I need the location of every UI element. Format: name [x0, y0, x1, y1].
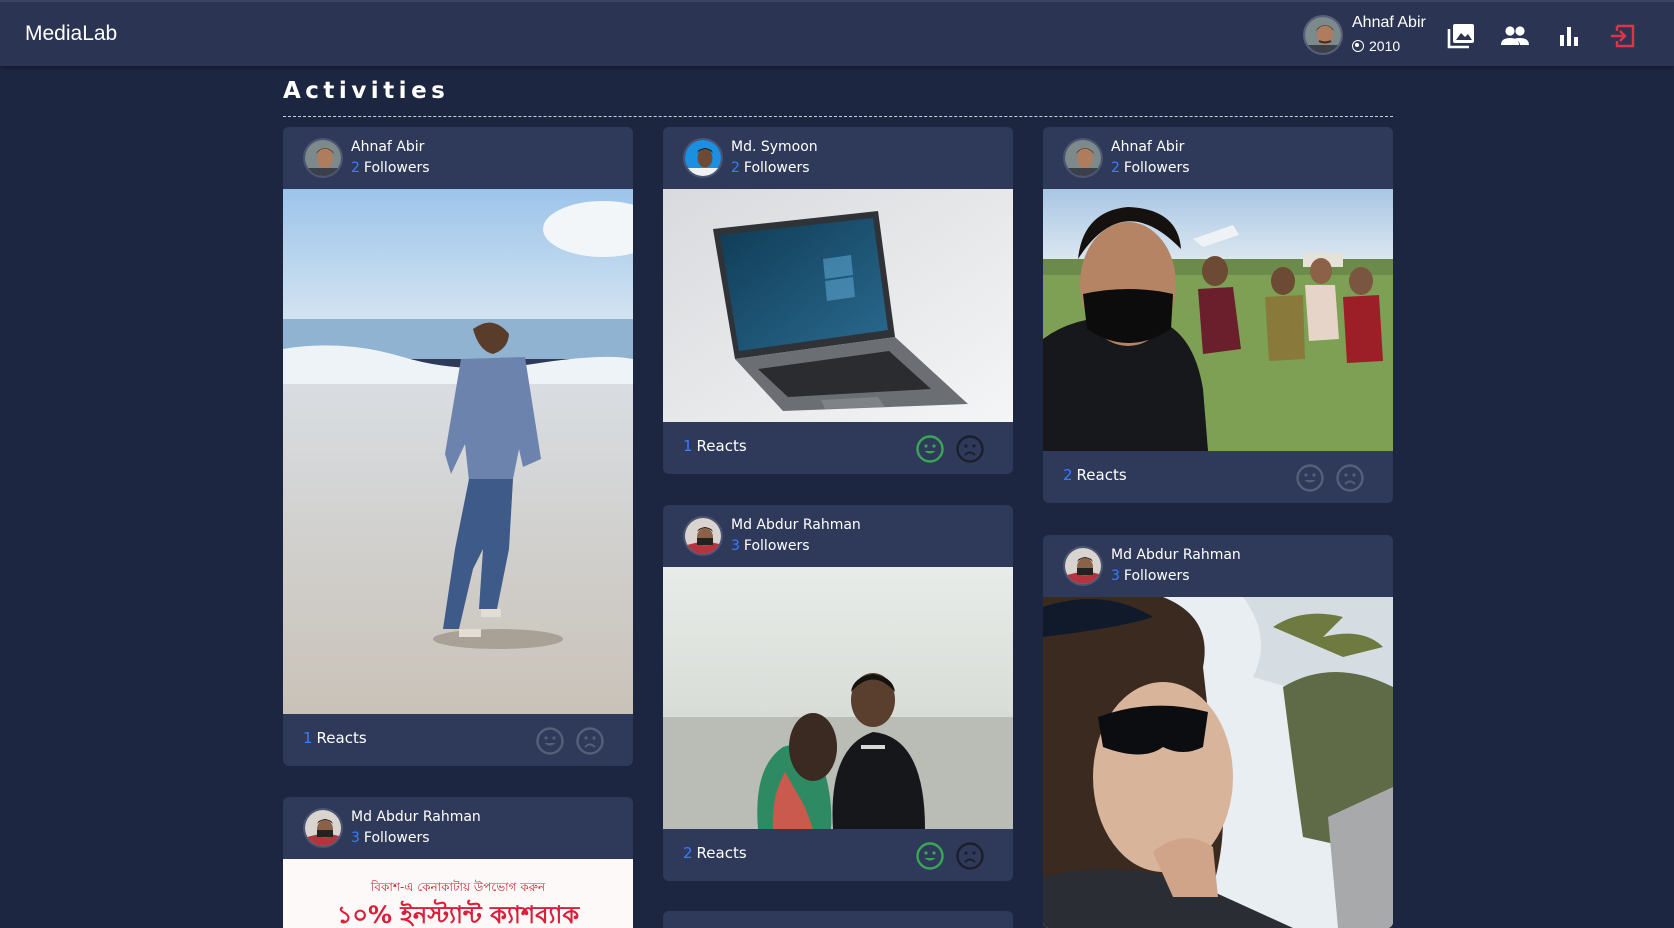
- happy-react-icon[interactable]: [535, 726, 565, 756]
- post-image[interactable]: [1043, 597, 1393, 928]
- avatar: [1303, 15, 1343, 55]
- post-image[interactable]: [663, 189, 1013, 422]
- post-author-name[interactable]: Md. Symoon: [731, 139, 818, 155]
- banner-line-1: বিকাশ-এ কেনাকাটায় উপভোগ করুন: [370, 880, 546, 894]
- post-image[interactable]: [663, 567, 1013, 829]
- top-navbar: MediaLab Ahnaf Abir 2010: [0, 0, 1674, 66]
- post-card: Md Abdur Rahman 3 Followers: [1043, 535, 1393, 928]
- post-card: Ahnaf Abir 2 Followers 1 Reacts: [283, 127, 633, 766]
- reacts-number: 2: [1063, 466, 1073, 484]
- post-header: Ahnaf Abir 2 Followers: [1043, 127, 1393, 189]
- people-icon[interactable]: [1500, 22, 1530, 50]
- banner-line-2: ১০% ইনস্ট্যান্ট ক্যাশব্যাক: [336, 901, 580, 928]
- post-author-followers: 3 Followers: [351, 830, 430, 846]
- post-image[interactable]: বিকাশ-এ কেনাকাটায় উপভোগ করুন ১০% ইনস্ট্…: [283, 859, 633, 928]
- post-footer: 1 Reacts: [283, 714, 633, 766]
- followers-count: 2: [1111, 160, 1120, 176]
- post-card: Ahnaf Abir 2 Followers 2 Reacts: [1043, 127, 1393, 503]
- reacts-label: Reacts: [696, 844, 747, 862]
- avatar[interactable]: [1063, 138, 1103, 178]
- brand-logo[interactable]: MediaLab: [25, 22, 117, 46]
- post-author-name[interactable]: Md Abdur Rahman: [1111, 547, 1241, 563]
- followers-count: 3: [731, 538, 740, 554]
- post-card: Md Abdur Rahman 3 Followers বিকাশ-এ কেনাক…: [283, 797, 633, 928]
- post-card: [663, 911, 1013, 928]
- reacts-number: 1: [303, 729, 313, 747]
- post-header: Md Abdur Rahman 3 Followers: [1043, 535, 1393, 597]
- title-divider: [283, 116, 1393, 117]
- happy-react-icon[interactable]: [915, 434, 945, 464]
- user-points: 2010: [1352, 38, 1400, 54]
- sad-react-icon[interactable]: [955, 434, 985, 464]
- user-points-value: 2010: [1369, 38, 1401, 54]
- reacts-label: Reacts: [696, 437, 747, 455]
- followers-label: Followers: [363, 830, 430, 846]
- post-author-followers: 3 Followers: [731, 538, 810, 554]
- reacts-label: Reacts: [316, 729, 367, 747]
- followers-label: Followers: [363, 160, 430, 176]
- post-footer: 2 Reacts: [1043, 451, 1393, 503]
- page-title: Activities: [283, 78, 450, 104]
- post-author-name[interactable]: Ahnaf Abir: [351, 139, 424, 155]
- followers-count: 2: [731, 160, 740, 176]
- sad-react-icon[interactable]: [575, 726, 605, 756]
- gallery-icon[interactable]: [1446, 22, 1476, 50]
- happy-react-icon[interactable]: [915, 841, 945, 871]
- post-image[interactable]: [1043, 189, 1393, 451]
- avatar[interactable]: [683, 138, 723, 178]
- avatar[interactable]: [683, 516, 723, 556]
- post-author-followers: 2 Followers: [351, 160, 430, 176]
- avatar[interactable]: [1063, 546, 1103, 586]
- post-header: Md Abdur Rahman 3 Followers: [663, 505, 1013, 567]
- post-card: Md. Symoon 2 Followers 1 Reacts: [663, 127, 1013, 474]
- sad-react-icon[interactable]: [955, 841, 985, 871]
- followers-count: 2: [351, 160, 360, 176]
- post-author-name[interactable]: Ahnaf Abir: [1111, 139, 1184, 155]
- reacts-count: 2 Reacts: [683, 844, 747, 862]
- post-author-name[interactable]: Md Abdur Rahman: [731, 517, 861, 533]
- reacts-number: 1: [683, 437, 693, 455]
- followers-count: 3: [1111, 568, 1120, 584]
- avatar[interactable]: [303, 138, 343, 178]
- reacts-count: 2 Reacts: [1063, 466, 1127, 484]
- post-author-followers: 3 Followers: [1111, 568, 1190, 584]
- followers-label: Followers: [1123, 568, 1190, 584]
- post-author-followers: 2 Followers: [1111, 160, 1190, 176]
- reacts-label: Reacts: [1076, 466, 1127, 484]
- reacts-count: 1 Reacts: [683, 437, 747, 455]
- post-author-followers: 2 Followers: [731, 160, 810, 176]
- post-card: Md Abdur Rahman 3 Followers 2 Reacts: [663, 505, 1013, 881]
- sad-react-icon[interactable]: [1335, 463, 1365, 493]
- points-icon: [1352, 40, 1364, 52]
- reacts-count: 1 Reacts: [303, 729, 367, 747]
- followers-label: Followers: [1123, 160, 1190, 176]
- logout-icon[interactable]: [1608, 22, 1638, 50]
- post-image[interactable]: [283, 189, 633, 714]
- post-header: Md. Symoon 2 Followers: [663, 127, 1013, 189]
- followers-label: Followers: [743, 160, 810, 176]
- user-name: Ahnaf Abir: [1352, 14, 1426, 31]
- followers-count: 3: [351, 830, 360, 846]
- reacts-number: 2: [683, 844, 693, 862]
- post-author-name[interactable]: Md Abdur Rahman: [351, 809, 481, 825]
- post-header: Md Abdur Rahman 3 Followers: [283, 797, 633, 859]
- post-footer: 1 Reacts: [663, 422, 1013, 474]
- user-profile-button[interactable]: Ahnaf Abir 2010: [1303, 14, 1433, 56]
- post-header: Ahnaf Abir 2 Followers: [283, 127, 633, 189]
- followers-label: Followers: [743, 538, 810, 554]
- happy-react-icon[interactable]: [1295, 463, 1325, 493]
- bar-chart-icon[interactable]: [1554, 22, 1584, 50]
- avatar[interactable]: [303, 808, 343, 848]
- post-footer: 2 Reacts: [663, 829, 1013, 881]
